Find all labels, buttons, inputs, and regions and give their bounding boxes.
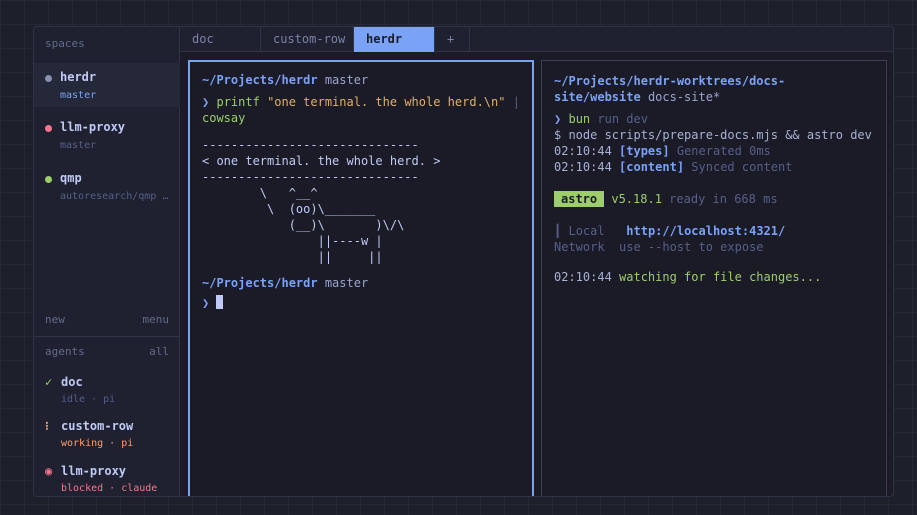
cwd-path: ~/Projects/herdr-worktrees/docs-	[554, 74, 786, 88]
cowsay-output-line: \ ^__^	[202, 186, 318, 200]
cwd-path: site/website	[554, 90, 641, 104]
log-line: 02:10:44 [types] Generated 0ms	[554, 143, 771, 159]
prompt-icon: ❯	[202, 95, 210, 109]
astro-ready-line: astro v5.18.1 ready in 668 ms	[554, 191, 778, 207]
terminal-pane-left[interactable]: ~/Projects/herdr master ❯ printf "one te…	[188, 60, 534, 496]
agent-status: working · pi	[61, 438, 134, 449]
prompt-line: ~/Projects/herdr master	[202, 275, 368, 291]
local-label: Local	[568, 224, 605, 238]
cowsay-output-line: ------------------------------	[202, 170, 419, 184]
new-space-button[interactable]: new	[45, 313, 65, 326]
cowsay-output-line: ------------------------------	[202, 138, 419, 152]
sidebar-divider	[34, 336, 180, 337]
cowsay-output-line: (__)\ )\/\	[202, 218, 405, 232]
cowsay-output-line: < one terminal. the whole herd. >	[202, 154, 441, 168]
input-line[interactable]: ❯	[202, 295, 224, 311]
local-url-line: ┃ Local http://localhost:4321/	[554, 223, 785, 239]
log-tag: [content]	[619, 160, 685, 174]
space-item-herdr[interactable]: herdr master	[34, 63, 180, 107]
agents-header: agents all	[45, 345, 169, 358]
command-args: run dev	[597, 112, 648, 126]
tab-bar: doc custom-row herdr +	[180, 27, 893, 52]
exec-line: $ node scripts/prepare-docs.mjs && astro…	[554, 128, 872, 142]
local-url-link[interactable]: http://localhost:4321/	[626, 224, 785, 238]
agent-item-doc[interactable]: ✓ doc idle · pi	[34, 375, 180, 411]
watch-message: watching for file changes...	[619, 270, 822, 284]
ready-message: ready in 668 ms	[669, 192, 778, 206]
terminal-pane-right[interactable]: ~/Projects/herdr-worktrees/docs- site/we…	[541, 60, 887, 496]
cursor	[216, 295, 224, 309]
status-dot-icon	[45, 75, 52, 82]
log-message: Generated 0ms	[676, 144, 771, 158]
sidebar: spaces herdr master llm-proxy master qmp…	[34, 27, 180, 496]
space-name: llm-proxy	[60, 120, 126, 134]
space-name: qmp	[60, 171, 82, 185]
log-tag: [types]	[619, 144, 670, 158]
command-line-cont: cowsay	[202, 110, 245, 126]
agent-name: custom-row	[61, 419, 134, 433]
astro-badge: astro	[554, 191, 605, 207]
log-time: 02:10:44	[554, 160, 612, 174]
agent-item-custom-row[interactable]: ⁝ custom-row working · pi	[34, 419, 180, 455]
log-time: 02:10:44	[554, 270, 612, 284]
git-branch: docs-site*	[647, 90, 721, 104]
tab-doc[interactable]: doc	[180, 27, 261, 52]
status-dot-icon	[45, 176, 52, 183]
agent-name: doc	[61, 375, 83, 389]
space-branch: master	[60, 90, 97, 101]
cowsay-output-line: ||----w |	[202, 234, 383, 248]
space-branch: autoresearch/qmp …	[60, 191, 169, 202]
command-name: printf	[216, 95, 260, 109]
agent-status: blocked · claude	[61, 483, 158, 494]
command-line: ❯ printf "one terminal. the whole herd.\…	[202, 94, 520, 110]
agents-title: agents	[45, 345, 85, 358]
git-branch: master	[324, 73, 369, 87]
network-line: Network use --host to expose	[554, 239, 764, 255]
prompt-line: ~/Projects/herdr-worktrees/docs-	[554, 73, 785, 89]
prompt-icon: ❯	[202, 296, 210, 310]
tab-herdr[interactable]: herdr	[354, 27, 435, 52]
agent-status: idle · pi	[61, 394, 116, 405]
prompt-line-cont: site/website docs-site*	[554, 89, 720, 105]
watch-line: 02:10:44 watching for file changes...	[554, 269, 821, 285]
cwd-path: ~/Projects/herdr	[202, 276, 318, 290]
git-branch: master	[324, 276, 369, 290]
menu-button[interactable]: menu	[143, 313, 170, 326]
space-branch: master	[60, 140, 97, 151]
astro-version: v5.18.1	[611, 192, 662, 206]
new-tab-button[interactable]: +	[435, 27, 470, 52]
bar-icon: ┃	[554, 224, 562, 238]
app-window: spaces herdr master llm-proxy master qmp…	[33, 26, 894, 497]
space-item-llm-proxy[interactable]: llm-proxy master	[34, 113, 180, 157]
space-name: herdr	[60, 70, 97, 84]
log-time: 02:10:44	[554, 144, 612, 158]
cowsay-output-line: \ (oo)\_______	[202, 202, 376, 216]
status-dot-icon	[45, 125, 52, 132]
command-name: bun	[568, 112, 591, 126]
cwd-path: ~/Projects/herdr	[202, 73, 318, 87]
blocked-icon: ◉	[45, 464, 53, 478]
log-message: Synced content	[691, 160, 793, 174]
log-line: 02:10:44 [content] Synced content	[554, 159, 792, 175]
network-label: Network	[554, 240, 605, 254]
agents-all-button[interactable]: all	[149, 345, 169, 358]
check-icon: ✓	[45, 375, 53, 389]
prompt-icon: ❯	[554, 112, 562, 126]
cowsay-output-line: || ||	[202, 250, 383, 264]
agent-name: llm-proxy	[61, 464, 127, 478]
command-arg: "one terminal. the whole herd.\n"	[267, 95, 506, 109]
sidebar-actions: new menu	[45, 313, 169, 326]
tab-custom-row[interactable]: custom-row	[261, 27, 354, 52]
command-name: cowsay	[202, 111, 246, 125]
prompt-line: ~/Projects/herdr master	[202, 72, 368, 88]
agent-item-llm-proxy[interactable]: ◉ llm-proxy blocked · claude	[34, 464, 180, 496]
network-message: use --host to expose	[619, 240, 764, 254]
pipe-symbol: |	[512, 95, 520, 109]
command-line: ❯ bun run dev	[554, 111, 648, 127]
spaces-title: spaces	[45, 37, 85, 50]
space-item-qmp[interactable]: qmp autoresearch/qmp …	[34, 164, 180, 208]
working-icon: ⁝	[45, 419, 49, 433]
